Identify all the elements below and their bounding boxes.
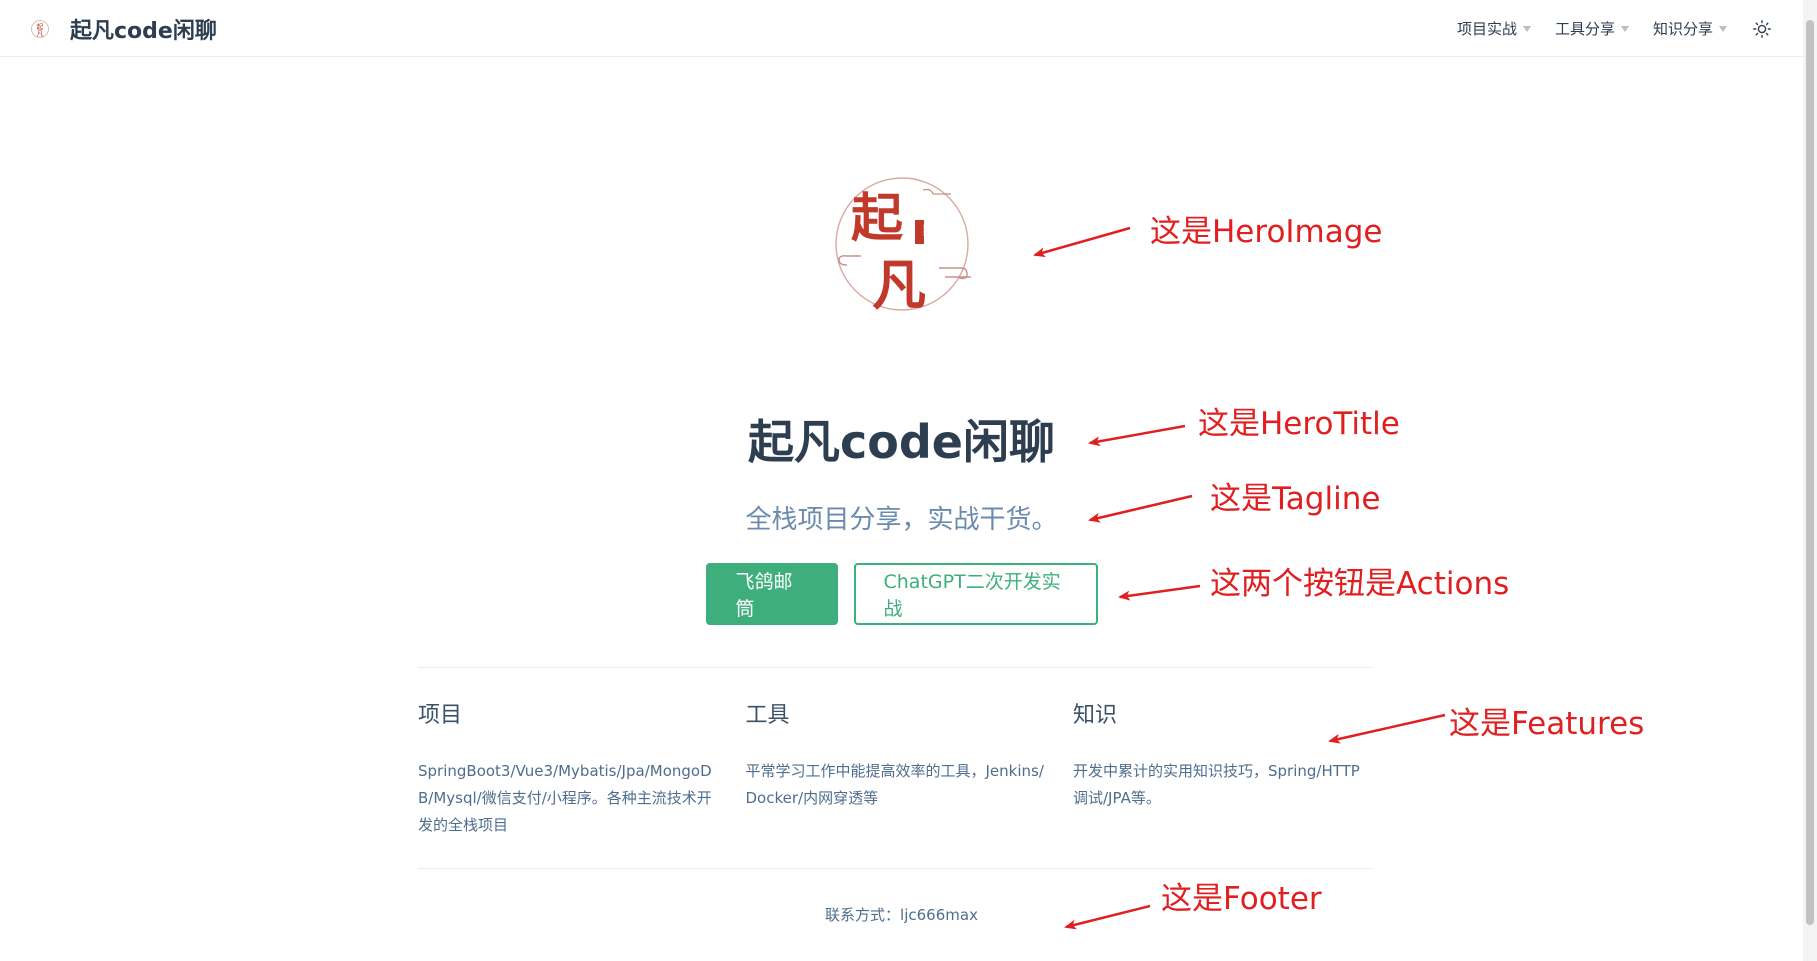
feature-details: 平常学习工作中能提高效率的工具，Jenkins/Docker/内网穿透等 [745, 762, 1044, 807]
scrollbar-thumb[interactable] [1806, 20, 1814, 925]
annotation-tagline: 这是Tagline [1210, 481, 1381, 517]
feature-title: 工具 [745, 703, 790, 728]
tagline: 全栈项目分享，实战干货。 [745, 505, 1058, 535]
brand-logo-char-bottom: 凡 [37, 30, 44, 38]
feature-item: 项目 SpringBoot3/Vue3/Mybatis/Jpa/MongoDB/… [418, 700, 718, 839]
nav-item-knowledge[interactable]: 知识分享 [1653, 18, 1727, 39]
footer-divider [418, 868, 1373, 869]
caret-down-icon [1522, 25, 1531, 32]
feature-title: 知识 [1073, 703, 1118, 728]
feature-details: 开发中累计的实用知识技巧，Spring/HTTP调试/JPA等。 [1073, 762, 1360, 807]
action-button-primary[interactable]: 飞鸽邮筒 [705, 563, 838, 625]
page-scrollbar[interactable] [1803, 0, 1817, 961]
action-button-secondary[interactable]: ChatGPT二次开发实战 [853, 563, 1098, 625]
home-link[interactable]: 起 凡 起凡code闲聊 [30, 14, 217, 44]
nav-item-label: 知识分享 [1652, 20, 1713, 38]
nav-item-label: 项目实战 [1456, 20, 1517, 38]
hero-logo-char-bottom: 凡 [872, 254, 926, 317]
feature-details: SpringBoot3/Vue3/Mybatis/Jpa/MongoDB/Mys… [418, 762, 712, 834]
brand-logo-icon: 起 凡 [31, 20, 49, 38]
footer: 联系方式：ljc666max [825, 906, 978, 924]
annotation-hero-image: 这是HeroImage [1150, 214, 1383, 250]
hero-title: 起凡code闲聊 [748, 415, 1055, 469]
hero-image: code 起 凡 [835, 177, 971, 317]
sun-icon [1753, 19, 1771, 38]
navbar: 起 凡 起凡code闲聊 项目实战 工具分享 知识分享 [0, 0, 1803, 57]
annotation-footer: 这是Footer [1161, 881, 1322, 917]
features: 项目 SpringBoot3/Vue3/Mybatis/Jpa/MongoDB/… [418, 700, 1373, 839]
arrow-hero-image [1033, 226, 1131, 258]
feature-item: 知识 开发中累计的实用知识技巧，Spring/HTTP调试/JPA等。 [1073, 700, 1373, 839]
hero-logo-side-text: code [922, 224, 928, 236]
hero-divider [418, 667, 1373, 668]
site-title: 起凡code闲聊 [70, 19, 217, 44]
hero-actions: 飞鸽邮筒 ChatGPT二次开发实战 [0, 563, 1803, 625]
caret-down-icon [1719, 25, 1727, 32]
feature-title: 项目 [418, 703, 463, 728]
annotation-features: 这是Features [1449, 706, 1645, 742]
nav-item-projects[interactable]: 项目实战 [1457, 18, 1531, 39]
nav-item-label: 工具分享 [1554, 20, 1615, 38]
nav-links: 项目实战 工具分享 知识分享 [1433, 0, 1773, 57]
theme-toggle-button[interactable] [1751, 18, 1773, 40]
nav-item-tools[interactable]: 工具分享 [1555, 18, 1629, 39]
annotation-hero-title: 这是HeroTitle [1198, 406, 1400, 442]
feature-item: 工具 平常学习工作中能提高效率的工具，Jenkins/Docker/内网穿透等 [746, 700, 1046, 839]
annotation-actions: 这两个按钮是Actions [1210, 566, 1510, 602]
hero-logo-char-top: 起 [851, 189, 904, 249]
caret-down-icon [1620, 25, 1629, 32]
